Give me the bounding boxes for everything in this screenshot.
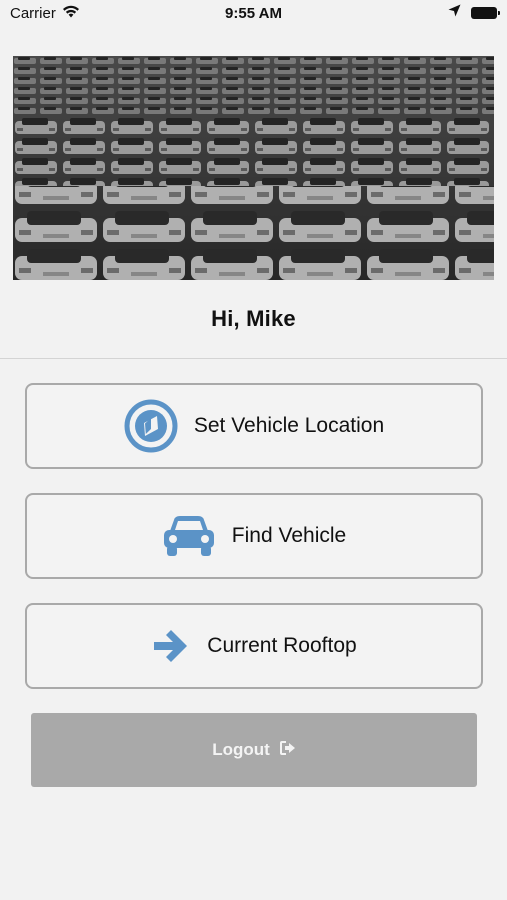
compass-icon [124,399,178,453]
set-vehicle-location-label: Set Vehicle Location [193,414,385,437]
logout-button[interactable]: Logout [31,713,477,787]
car-lot-photo [13,56,494,280]
find-vehicle-button[interactable]: Find Vehicle [25,493,483,579]
location-arrow-icon [448,4,461,21]
find-vehicle-label: Find Vehicle [231,524,347,547]
clock: 9:55 AM [225,5,282,22]
divider [0,358,507,359]
car-icon [162,514,216,558]
status-right [448,4,500,21]
arrow-right-icon [151,626,191,666]
current-rooftop-button[interactable]: Current Rooftop [25,603,483,689]
hero-image [13,56,494,280]
battery-icon [471,6,500,19]
status-bar: Carrier 9:55 AM [0,0,507,28]
set-vehicle-location-button[interactable]: Set Vehicle Location [25,383,483,469]
greeting-title: Hi, Mike [211,306,296,331]
current-rooftop-label: Current Rooftop [207,634,357,657]
logout-label: Logout [212,740,270,759]
sign-out-icon [279,740,296,760]
